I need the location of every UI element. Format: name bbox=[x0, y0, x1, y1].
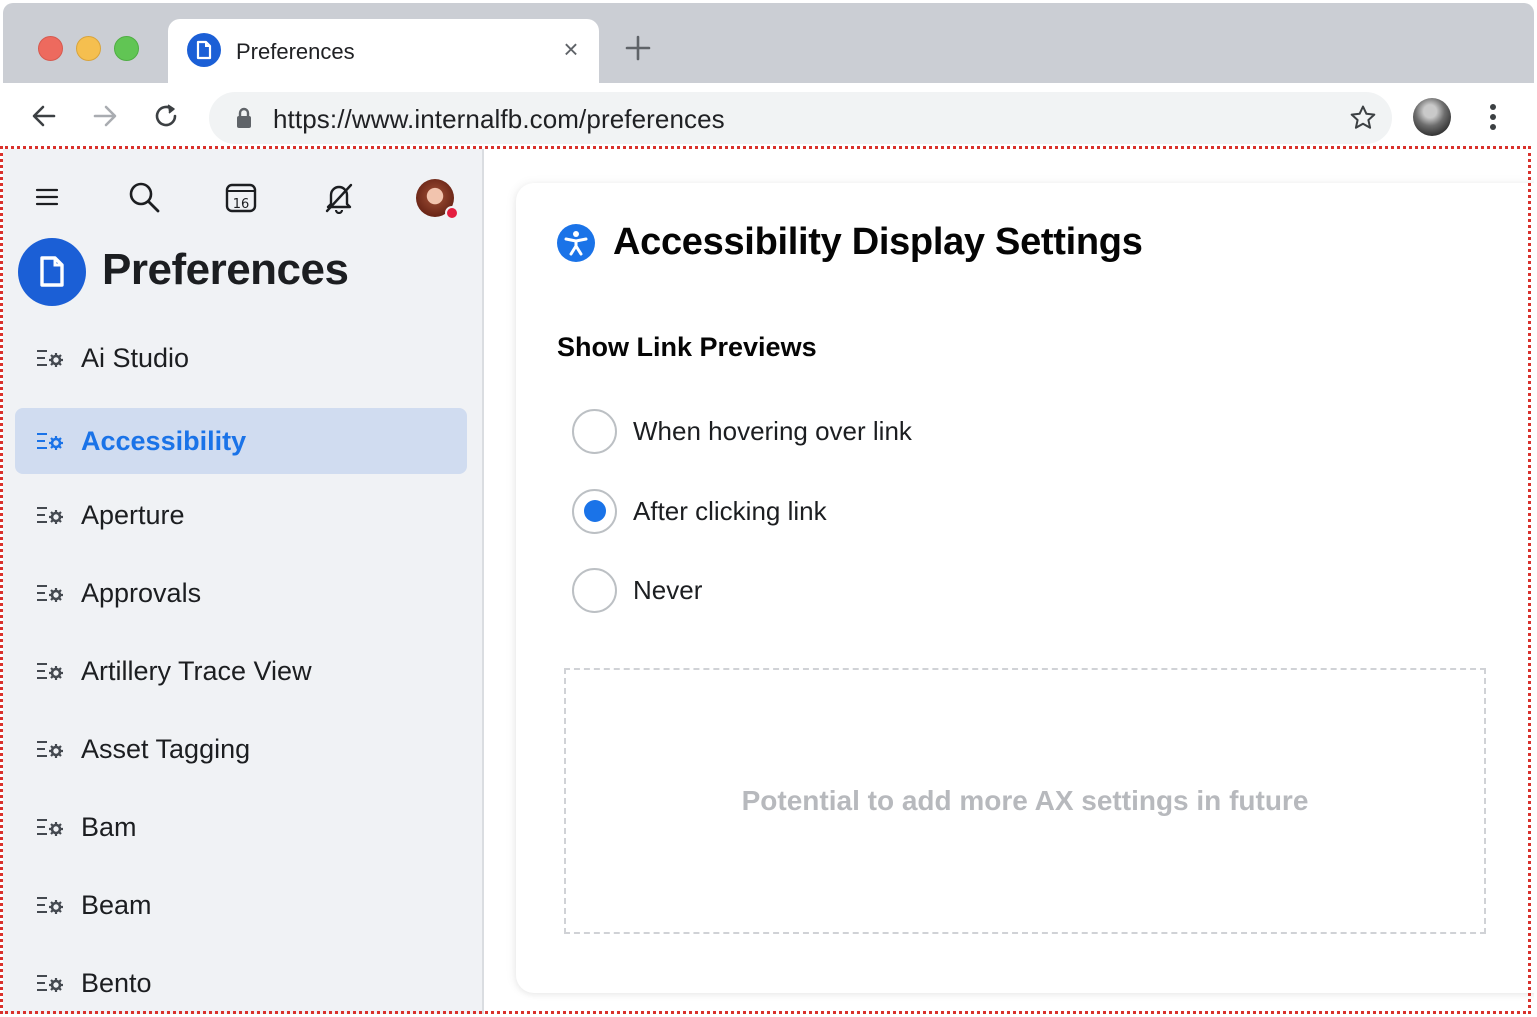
sidebar-item-accessibility[interactable]: Accessibility bbox=[15, 408, 467, 474]
sidebar-item-approvals[interactable]: Approvals bbox=[15, 560, 467, 626]
bookmark-star-icon[interactable] bbox=[1348, 103, 1378, 133]
future-settings-placeholder: Potential to add more AX settings in fut… bbox=[564, 668, 1486, 934]
radio-option-never[interactable]: Never bbox=[572, 567, 702, 613]
hamburger-menu-icon[interactable] bbox=[25, 175, 69, 219]
settings-list-icon bbox=[37, 663, 63, 680]
close-tab-icon[interactable]: × bbox=[557, 35, 585, 63]
radio-label: When hovering over link bbox=[633, 415, 912, 446]
sidebar-item-bam[interactable]: Bam bbox=[15, 794, 467, 860]
muted-bell-icon[interactable] bbox=[317, 175, 361, 219]
minimize-window-button[interactable] bbox=[76, 36, 101, 61]
page-title: Accessibility Display Settings bbox=[613, 221, 1143, 263]
radio-label: After clicking link bbox=[633, 495, 827, 526]
sidebar-item-label: Ai Studio bbox=[81, 342, 190, 373]
tab-title: Preferences bbox=[236, 39, 355, 64]
sidebar-item-label: Bento bbox=[81, 967, 152, 998]
radio-option-hover[interactable]: When hovering over link bbox=[572, 408, 912, 454]
placeholder-text: Potential to add more AX settings in fut… bbox=[741, 785, 1309, 816]
back-arrow-icon[interactable] bbox=[23, 95, 65, 137]
sidebar-item-label: Artillery Trace View bbox=[81, 655, 312, 686]
sidebar-item-label: Beam bbox=[81, 889, 152, 920]
sidebar-item-label: Accessibility bbox=[81, 425, 247, 456]
radio-button-checked[interactable] bbox=[572, 488, 617, 534]
url-text: https://www.internalfb.com/preferences bbox=[273, 104, 725, 134]
tab-strip: Preferences × bbox=[3, 3, 1534, 85]
sidebar-item-label: Bam bbox=[81, 811, 137, 842]
settings-list-icon bbox=[37, 741, 63, 758]
page-content: 16 Preferences Ai Studio Accessibility A… bbox=[3, 149, 1534, 1014]
sidebar-item-label: Aperture bbox=[81, 499, 185, 530]
settings-list-icon bbox=[37, 433, 63, 450]
browser-toolbar: https://www.internalfb.com/preferences bbox=[3, 83, 1534, 149]
search-icon[interactable] bbox=[122, 175, 166, 219]
browser-tab[interactable]: Preferences × bbox=[168, 19, 599, 85]
radio-button[interactable] bbox=[572, 408, 617, 454]
settings-list-icon bbox=[37, 975, 63, 992]
sidebar: 16 Preferences Ai Studio Accessibility A… bbox=[3, 149, 484, 1014]
browser-profile-avatar[interactable] bbox=[1413, 98, 1451, 136]
sidebar-item-asset-tagging[interactable]: Asset Tagging bbox=[15, 716, 467, 782]
maximize-window-button[interactable] bbox=[114, 36, 139, 61]
accessibility-icon bbox=[557, 224, 595, 262]
settings-list-icon bbox=[37, 897, 63, 914]
preferences-app-logo-icon bbox=[18, 238, 86, 306]
close-window-button[interactable] bbox=[38, 36, 63, 61]
app-title: Preferences bbox=[102, 245, 349, 294]
sidebar-item-aperture[interactable]: Aperture bbox=[15, 482, 467, 548]
preferences-favicon-icon bbox=[187, 33, 221, 67]
sidebar-item-bento[interactable]: Bento bbox=[15, 950, 467, 1014]
lock-icon bbox=[233, 106, 257, 130]
forward-arrow-icon[interactable] bbox=[84, 95, 126, 137]
settings-list-icon bbox=[37, 350, 63, 367]
sidebar-item-beam[interactable]: Beam bbox=[15, 872, 467, 938]
radio-label: Never bbox=[633, 574, 703, 605]
browser-menu-kebab-icon[interactable] bbox=[1483, 97, 1503, 137]
calendar-icon[interactable]: 16 bbox=[219, 175, 263, 219]
section-title: Show Link Previews bbox=[557, 332, 817, 362]
address-bar[interactable]: https://www.internalfb.com/preferences bbox=[209, 92, 1392, 144]
radio-button[interactable] bbox=[572, 567, 617, 613]
new-tab-plus-icon[interactable] bbox=[621, 31, 655, 65]
settings-card: Accessibility Display Settings Show Link… bbox=[516, 183, 1534, 993]
sidebar-item-label: Asset Tagging bbox=[81, 733, 251, 764]
settings-list-icon bbox=[37, 585, 63, 602]
settings-list-icon bbox=[37, 507, 63, 524]
reload-icon[interactable] bbox=[145, 95, 187, 137]
sidebar-item-artillery-trace-view[interactable]: Artillery Trace View bbox=[15, 638, 467, 704]
settings-list-icon bbox=[37, 819, 63, 836]
calendar-day-number: 16 bbox=[233, 197, 250, 212]
sidebar-item-ai-studio[interactable]: Ai Studio bbox=[15, 325, 467, 391]
notification-dot bbox=[445, 206, 459, 220]
sidebar-item-label: Approvals bbox=[81, 577, 202, 608]
radio-option-click[interactable]: After clicking link bbox=[572, 488, 827, 534]
browser-window: Preferences × https://www.internalfb.com… bbox=[3, 3, 1534, 1014]
